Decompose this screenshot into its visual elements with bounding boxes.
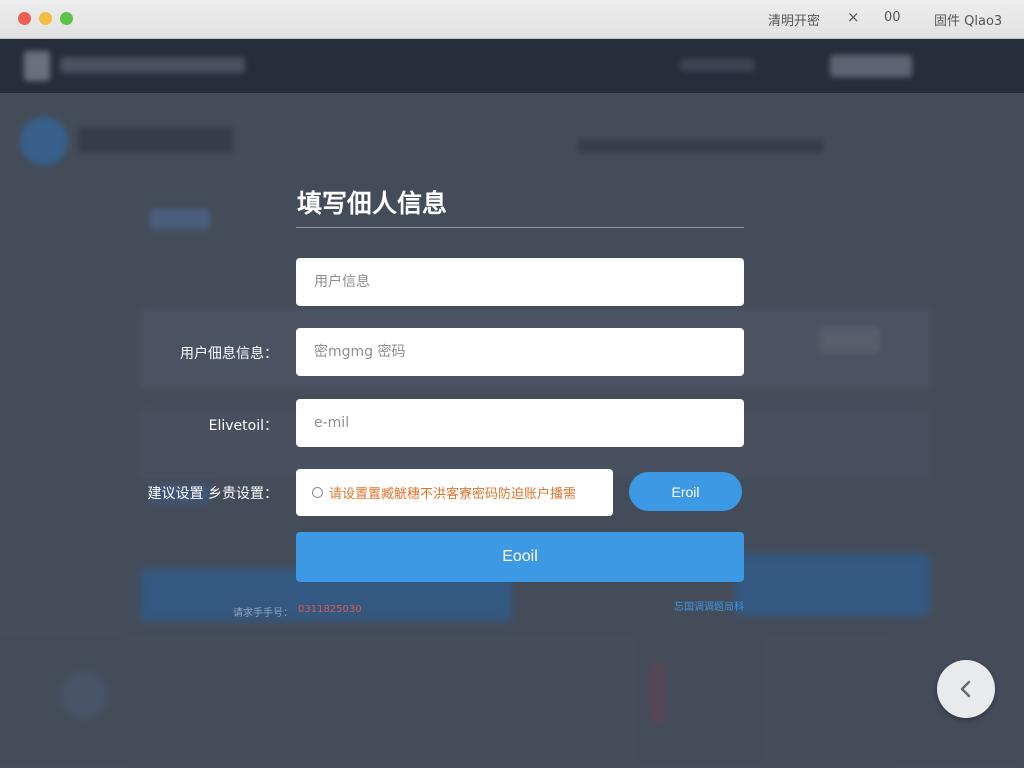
window-titlebar: 清明开密 × 00 固件 Qlao3 bbox=[0, 0, 1024, 39]
tab-label[interactable]: 清明开密 bbox=[768, 10, 820, 29]
radio-icon[interactable] bbox=[312, 487, 323, 498]
minimize-window-icon[interactable] bbox=[39, 12, 52, 25]
user-label[interactable]: 固件 Qlao3 bbox=[934, 10, 1002, 29]
email-input[interactable] bbox=[296, 399, 744, 447]
security-option[interactable]: 请设置置臧觥穗不洪客寮密码防迫账户播需 bbox=[296, 469, 613, 516]
submit-button[interactable]: Eooil bbox=[296, 532, 744, 582]
form-title: 填写佃人信息 bbox=[297, 189, 448, 218]
send-code-button[interactable]: Eroil bbox=[629, 472, 742, 511]
close-window-icon[interactable] bbox=[18, 12, 31, 25]
footer-note-prefix: 请求手手号： bbox=[233, 608, 293, 619]
security-hint: 请设置置臧觥穗不洪客寮密码防迫账户播需 bbox=[329, 487, 577, 502]
footer-note-value: 0311825030 bbox=[298, 604, 362, 615]
counter-label: 00 bbox=[884, 10, 901, 25]
title-divider bbox=[296, 227, 744, 228]
password-label: 用户佃息信息： bbox=[180, 346, 278, 362]
security-label: 建议设置 乡贵设置： bbox=[147, 486, 278, 502]
maximize-window-icon[interactable] bbox=[60, 12, 73, 25]
footer-link[interactable]: 忘国调调题局科 bbox=[674, 598, 744, 613]
chevron-left-icon bbox=[960, 680, 971, 698]
close-tab-icon[interactable]: × bbox=[847, 8, 860, 26]
username-input[interactable] bbox=[296, 258, 744, 306]
password-input[interactable] bbox=[296, 328, 744, 376]
email-label: Elivetoil： bbox=[208, 418, 278, 434]
back-button[interactable] bbox=[937, 660, 995, 718]
